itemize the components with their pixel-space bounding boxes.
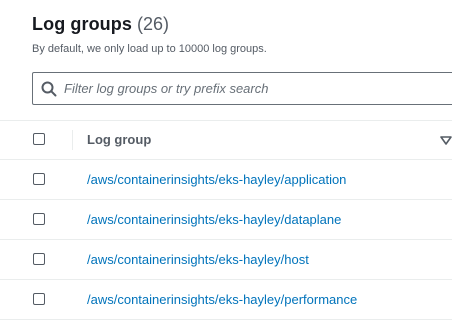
row-checkbox[interactable]: [33, 293, 45, 305]
log-groups-table: Log group /aws/containerinsights/eks-hay…: [0, 120, 452, 320]
page-description: By default, we only load up to 10000 log…: [32, 43, 267, 55]
title-row: Log groups (26): [32, 14, 452, 35]
search-input[interactable]: [64, 81, 444, 96]
sort-down-icon[interactable]: [440, 134, 452, 146]
table-row: /aws/containerinsights/eks-hayley/perfor…: [0, 280, 452, 320]
table-header-row: Log group: [0, 120, 452, 160]
table-row: /aws/containerinsights/eks-hayley/datapl…: [0, 200, 452, 240]
row-checkbox[interactable]: [33, 173, 45, 185]
search-box[interactable]: [32, 72, 452, 105]
page-header: Log groups (26) By default, we only load…: [32, 0, 452, 55]
table-row: /aws/containerinsights/eks-hayley/host: [0, 240, 452, 280]
table-row: /aws/containerinsights/eks-hayley/applic…: [0, 160, 452, 200]
log-group-link[interactable]: /aws/containerinsights/eks-hayley/perfor…: [87, 292, 357, 307]
log-group-count: (26): [136, 14, 169, 34]
column-separator: [72, 130, 73, 150]
log-group-link[interactable]: /aws/containerinsights/eks-hayley/datapl…: [87, 212, 341, 227]
log-group-link[interactable]: /aws/containerinsights/eks-hayley/applic…: [87, 172, 346, 187]
log-group-column-header[interactable]: Log group: [87, 132, 151, 147]
log-group-link[interactable]: /aws/containerinsights/eks-hayley/host: [87, 252, 309, 267]
select-all-checkbox[interactable]: [33, 133, 45, 145]
row-checkbox[interactable]: [33, 253, 45, 265]
page-title: Log groups: [32, 14, 132, 34]
search-icon: [40, 80, 58, 98]
row-checkbox[interactable]: [33, 213, 45, 225]
